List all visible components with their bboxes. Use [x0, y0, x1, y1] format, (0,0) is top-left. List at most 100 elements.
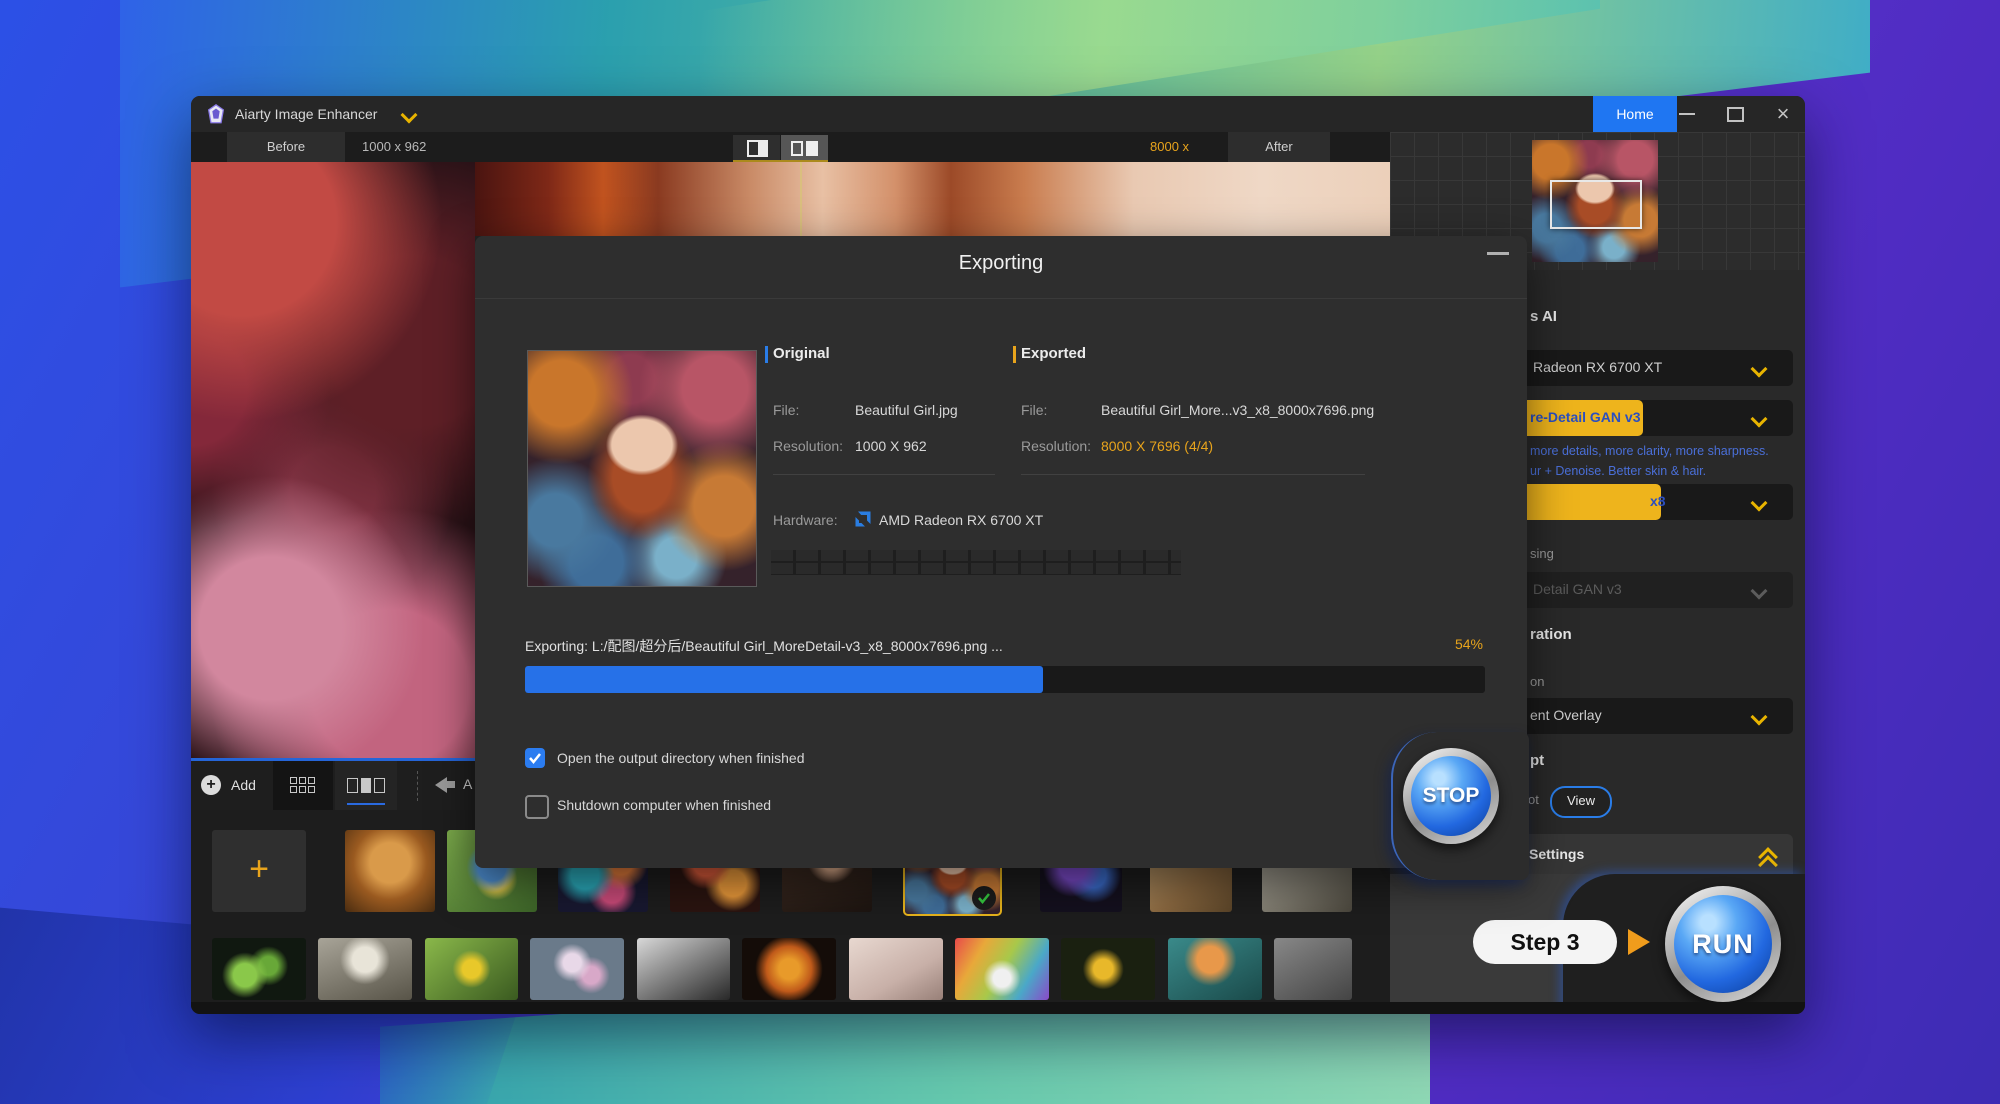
compare-toolbar: Before 1000 x 962 8000 x 7696 After: [191, 132, 1390, 162]
arrow-left-tail: [447, 781, 455, 788]
compare-split-line[interactable]: [800, 162, 802, 236]
split-view-icon: [791, 141, 803, 156]
run-button[interactable]: RUN: [1665, 886, 1781, 1002]
thumbnail-fire-bird[interactable]: [742, 938, 836, 1000]
thumbnail-hat-woman[interactable]: [318, 938, 412, 1000]
view-button[interactable]: View: [1550, 786, 1612, 818]
dialog-minimize-button[interactable]: [1487, 252, 1509, 255]
chevron-down-icon: [1753, 413, 1765, 425]
thumbnail-rainbow[interactable]: [955, 938, 1049, 1000]
filmstrip-view-icon: [347, 778, 385, 792]
model-dropdown[interactable]: re-Detail GAN v3: [1487, 400, 1793, 436]
chevron-down-icon[interactable]: [403, 109, 415, 121]
thumbnail-apples[interactable]: [212, 938, 306, 1000]
amd-logo-icon: [853, 509, 873, 529]
model-dropdown-value: re-Detail GAN v3: [1530, 409, 1640, 425]
tab-after[interactable]: After: [1228, 132, 1330, 162]
configuration-section-header: ration: [1530, 626, 1572, 643]
app-title: Aiarty Image Enhancer: [235, 106, 377, 122]
tab-before[interactable]: Before: [227, 132, 345, 162]
window-bottom-strip: [191, 1002, 1805, 1014]
close-button[interactable]: [1771, 100, 1795, 128]
run-section: Step 3 RUN: [1390, 874, 1805, 1014]
toolbar-partial-label: A: [463, 776, 472, 792]
grid-view-icon: [290, 777, 317, 794]
shutdown-label: Shutdown computer when finished: [557, 797, 771, 813]
check-badge-icon: [972, 886, 996, 910]
app-logo-icon: [205, 103, 227, 125]
progress-percent: 54%: [1455, 636, 1483, 652]
progress-bar: [525, 666, 1485, 693]
title-bar: Aiarty Image Enhancer Home: [191, 96, 1805, 132]
prompt-label: ot: [1528, 792, 1539, 807]
option-label: on: [1530, 674, 1544, 689]
app-window: Aiarty Image Enhancer Home Before 1000 x…: [191, 96, 1805, 1014]
exported-file-value: Beautiful Girl_More...v3_x8_8000x7696.pn…: [1101, 402, 1374, 418]
ai-section-header: s AI: [1530, 308, 1557, 325]
model-description-line2: ur + Denoise. Better skin & hair.: [1530, 464, 1706, 478]
exported-column-divider: [1021, 474, 1365, 475]
minimize-button[interactable]: [1679, 113, 1695, 115]
grid-view-button[interactable]: [273, 761, 333, 810]
original-file-value: Beautiful Girl.jpg: [855, 402, 958, 418]
thumbnail-jellyfish[interactable]: [530, 938, 624, 1000]
exported-resolution-label: Resolution:: [1021, 438, 1091, 454]
chevron-down-icon: [1753, 497, 1765, 509]
face-model-dropdown-disabled: Detail GAN v3: [1487, 572, 1793, 608]
prompt-section-header: pt: [1530, 752, 1544, 769]
overlay-dropdown[interactable]: ent Overlay: [1487, 698, 1793, 734]
navigator-viewport-rect[interactable]: [1550, 180, 1642, 229]
add-image-tile[interactable]: [212, 830, 306, 912]
scale-dropdown[interactable]: x8: [1487, 484, 1793, 520]
original-resolution-label: Resolution:: [773, 438, 843, 454]
thumbnail-bw-woman[interactable]: [637, 938, 730, 1000]
split-view-toggle[interactable]: [781, 135, 828, 160]
exported-file-label: File:: [1021, 402, 1047, 418]
active-view-underline: [347, 803, 385, 805]
thumbnail-yellow-bird[interactable]: [425, 938, 518, 1000]
stop-button-label: STOP: [1411, 756, 1491, 836]
hardware-label: Hardware:: [773, 512, 838, 528]
exported-heading: Exported: [1021, 345, 1086, 362]
overlay-dropdown-value: ent Overlay: [1530, 707, 1602, 723]
filmstrip-view-button[interactable]: [335, 761, 397, 810]
home-button[interactable]: Home: [1593, 96, 1677, 132]
dialog-title: Exporting: [475, 252, 1527, 275]
thumbnail-orange-girl[interactable]: [1168, 938, 1262, 1000]
stop-button[interactable]: STOP: [1403, 748, 1499, 844]
open-directory-checkbox[interactable]: [525, 748, 545, 768]
thumbnail-sunflower-girl[interactable]: [1061, 938, 1155, 1000]
maximize-button[interactable]: [1727, 107, 1744, 122]
step3-arrow-icon: [1628, 929, 1650, 955]
thumbnail-tiger[interactable]: [345, 830, 435, 912]
single-view-icon: [747, 140, 768, 157]
after-resolution: 8000 x 7696: [1150, 132, 1217, 162]
scale-dropdown-value: x8: [1650, 493, 1666, 509]
original-resolution-value: 1000 X 962: [855, 438, 927, 454]
arrow-left-icon[interactable]: [435, 777, 447, 793]
hardware-value: AMD Radeon RX 6700 XT: [879, 512, 1043, 528]
shutdown-checkbox[interactable]: [525, 795, 549, 819]
preview-image-left[interactable]: [191, 162, 475, 760]
single-view-toggle[interactable]: [733, 135, 780, 160]
gpu-dropdown[interactable]: Radeon RX 6700 XT: [1487, 350, 1793, 386]
step3-pill: Step 3: [1473, 920, 1617, 964]
original-accent-bar: [765, 346, 768, 363]
gpu-dropdown-value: Radeon RX 6700 XT: [1533, 359, 1662, 375]
desktop-wallpaper: Aiarty Image Enhancer Home Before 1000 x…: [0, 0, 2000, 1104]
chevron-down-icon: [1753, 585, 1765, 597]
thumbnail-pale-portrait[interactable]: [849, 938, 943, 1000]
toolbar-divider: [417, 771, 418, 801]
before-resolution: 1000 x 962: [362, 132, 426, 162]
processing-section-label: sing: [1530, 546, 1554, 561]
exported-accent-bar: [1013, 346, 1016, 363]
run-button-label: RUN: [1674, 895, 1772, 993]
preview-image-strip[interactable]: [475, 162, 1390, 236]
tile-progress-grid: [771, 550, 1181, 575]
export-path-text: Exporting: L:/配图/超分后/Beautiful Girl_More…: [525, 636, 1003, 656]
progress-bar-fill: [525, 666, 1043, 693]
chevron-down-icon: [1753, 711, 1765, 723]
thumbnail-partial[interactable]: [1274, 938, 1352, 1000]
settings-header: Settings: [1529, 846, 1584, 862]
model-description-line1: more details, more clarity, more sharpne…: [1530, 444, 1769, 458]
